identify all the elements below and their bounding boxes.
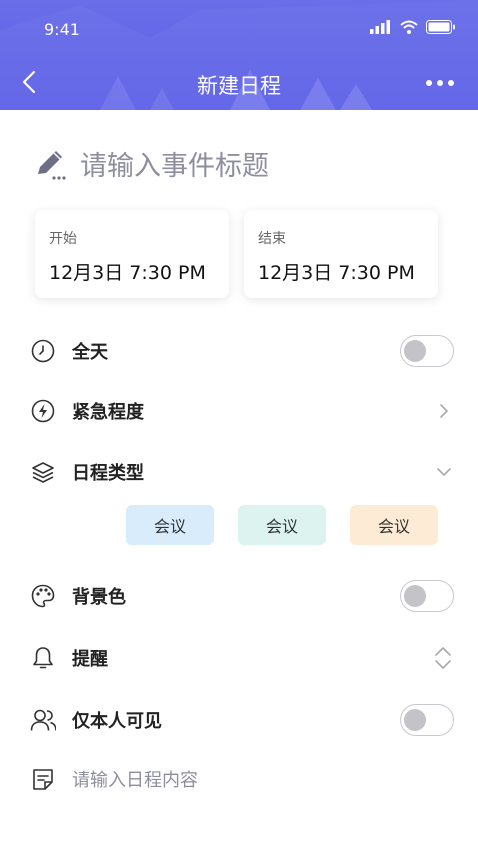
event-content-placeholder: 请输入日程内容 — [72, 770, 198, 791]
clock-icon — [30, 338, 56, 364]
end-value: 12月3日 7:30 PM — [258, 262, 415, 284]
more-button[interactable] — [420, 72, 460, 94]
status-icons — [370, 20, 456, 34]
pencil-icon — [38, 150, 66, 180]
layers-icon — [30, 459, 56, 485]
urgency-row[interactable]: 紧急程度 — [30, 393, 454, 429]
event-title-placeholder: 请输入事件标题 — [80, 151, 269, 182]
users-icon — [30, 707, 56, 733]
all-day-label: 全天 — [72, 342, 108, 363]
event-content-field[interactable]: 请输入日程内容 — [30, 766, 198, 792]
note-icon — [30, 766, 56, 792]
header-bar: 9:41 新建日程 — [0, 0, 478, 110]
end-label: 结束 — [258, 231, 286, 247]
start-label: 开始 — [49, 231, 77, 247]
start-value: 12月3日 7:30 PM — [49, 262, 206, 284]
chevron-down-icon — [437, 468, 451, 477]
private-row: 仅本人可见 — [30, 702, 454, 738]
all-day-row: 全天 — [30, 333, 454, 369]
background-color-row: 背景色 — [30, 578, 454, 614]
palette-icon — [30, 583, 56, 609]
urgency-label: 紧急程度 — [72, 402, 144, 423]
lightning-icon — [30, 398, 56, 424]
wifi-icon — [400, 20, 418, 34]
event-type-tag-3[interactable]: 会议 — [350, 505, 438, 545]
event-type-tag-1[interactable]: 会议 — [126, 505, 214, 545]
background-color-label: 背景色 — [72, 587, 126, 608]
background-color-toggle[interactable] — [400, 580, 454, 612]
status-time: 9:41 — [44, 20, 80, 39]
private-toggle[interactable] — [400, 704, 454, 736]
start-time-card[interactable]: 开始 12月3日 7:30 PM — [35, 210, 229, 298]
end-time-card[interactable]: 结束 12月3日 7:30 PM — [244, 210, 438, 298]
event-type-tag-2[interactable]: 会议 — [238, 505, 326, 545]
signal-icon — [370, 20, 390, 34]
page-title: 新建日程 — [197, 74, 281, 98]
reminder-label: 提醒 — [72, 649, 108, 670]
expand-updown-icon — [435, 647, 451, 669]
chevron-right-icon — [440, 404, 449, 418]
reminder-row[interactable]: 提醒 — [30, 640, 454, 676]
private-label: 仅本人可见 — [72, 711, 162, 732]
event-title-field[interactable]: 请输入事件标题 — [32, 144, 269, 183]
event-type-label: 日程类型 — [72, 463, 144, 484]
battery-icon — [426, 20, 455, 34]
bell-icon — [30, 645, 56, 671]
more-dots-icon — [426, 80, 432, 86]
event-type-row[interactable]: 日程类型 — [30, 454, 454, 490]
all-day-toggle[interactable] — [400, 335, 454, 367]
